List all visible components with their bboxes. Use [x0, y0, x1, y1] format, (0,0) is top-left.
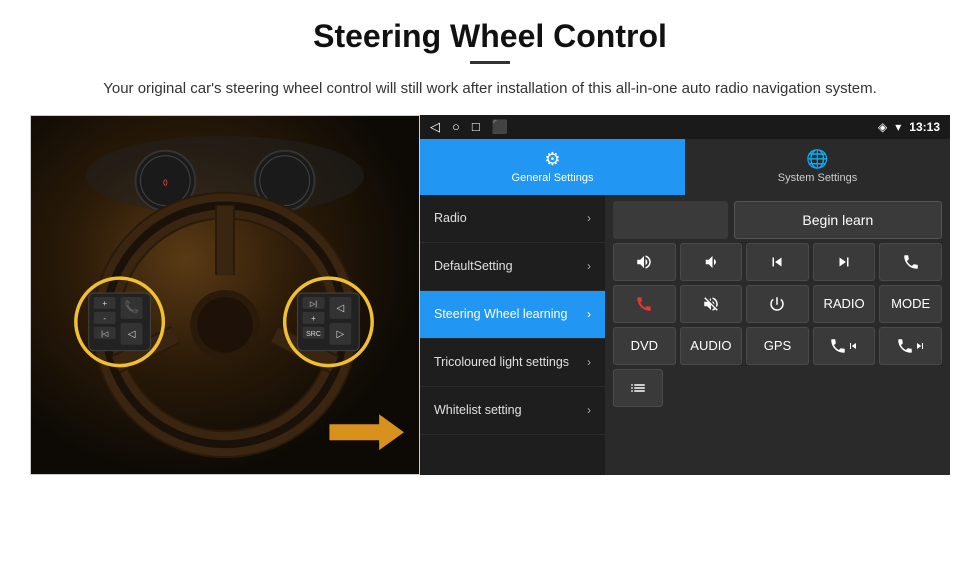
general-settings-icon: ⚙	[544, 149, 560, 170]
menu-item-steering[interactable]: Steering Wheel learning ›	[420, 291, 605, 339]
mute-button[interactable]	[680, 285, 743, 323]
signal-icon: ▾	[895, 120, 901, 134]
menu-whitelist-chevron: ›	[587, 403, 591, 417]
dvd-button[interactable]: DVD	[613, 327, 676, 365]
status-bar: ◁ ○ □ ⬛ ◈ ▾ 13:13	[420, 115, 950, 139]
radio-label: RADIO	[823, 296, 864, 311]
menu-item-defaultsetting-label: DefaultSetting	[434, 258, 513, 274]
audio-button[interactable]: AUDIO	[680, 327, 743, 365]
menu-item-radio[interactable]: Radio ›	[420, 195, 605, 243]
menu-item-whitelist[interactable]: Whitelist setting ›	[420, 387, 605, 435]
ctrl-row-whitelist	[613, 369, 942, 407]
steering-wheel-svg: 0	[31, 116, 419, 474]
controls-panel: Begin learn	[605, 195, 950, 475]
nav-back-icon[interactable]: ◁	[430, 119, 440, 135]
menu-item-tricoloured-label: Tricoloured light settings	[434, 354, 569, 370]
steering-bg: 0	[31, 116, 419, 474]
audio-label: AUDIO	[690, 338, 731, 353]
radio-label-box	[613, 201, 728, 239]
status-bar-nav: ◁ ○ □ ⬛	[430, 119, 508, 135]
settings-tabs: ⚙ General Settings 🌐 System Settings	[420, 139, 950, 195]
menu-item-radio-label: Radio	[434, 210, 467, 226]
menu-defaultsetting-chevron: ›	[587, 259, 591, 273]
settings-menu: Radio › DefaultSetting › Steering Wheel …	[420, 195, 605, 475]
next-track-button[interactable]	[813, 243, 876, 281]
phone-prev-icon	[829, 337, 847, 355]
page-wrapper: Steering Wheel Control Your original car…	[0, 0, 980, 485]
android-ui: ◁ ○ □ ⬛ ◈ ▾ 13:13 ⚙ General Settings	[420, 115, 950, 475]
next-track-icon	[835, 253, 853, 271]
menu-tricoloured-chevron: ›	[587, 355, 591, 369]
svg-text:+: +	[102, 298, 107, 307]
svg-text:▷|: ▷|	[310, 300, 317, 307]
svg-text:SRC: SRC	[306, 330, 321, 337]
menu-item-defaultsetting[interactable]: DefaultSetting ›	[420, 243, 605, 291]
tab-general-label: General Settings	[512, 172, 594, 184]
menu-steering-chevron: ›	[587, 307, 591, 321]
radio-button[interactable]: RADIO	[813, 285, 876, 323]
vol-down-button[interactable]	[680, 243, 743, 281]
nav-home-icon[interactable]: ○	[452, 119, 460, 135]
whitelist-list-icon	[629, 379, 647, 397]
power-button[interactable]	[746, 285, 809, 323]
menu-item-steering-label: Steering Wheel learning	[434, 306, 567, 322]
page-subtitle: Your original car's steering wheel contr…	[30, 78, 950, 101]
tab-system-label: System Settings	[778, 172, 857, 184]
ctrl-row-2: RADIO MODE	[613, 285, 942, 323]
svg-text:◁: ◁	[128, 328, 136, 339]
svg-text:+: +	[311, 313, 316, 322]
main-content: 0	[30, 115, 950, 475]
nav-recent-icon[interactable]: □	[472, 119, 480, 135]
prev-small-icon	[847, 340, 859, 352]
mode-button[interactable]: MODE	[879, 285, 942, 323]
mute-icon	[702, 295, 720, 313]
svg-text:|◁: |◁	[101, 330, 109, 337]
ctrl-row-1	[613, 243, 942, 281]
power-icon	[768, 295, 786, 313]
gps-button[interactable]: GPS	[746, 327, 809, 365]
begin-learn-button[interactable]: Begin learn	[734, 201, 942, 239]
svg-text:0: 0	[163, 178, 168, 187]
nav-screenshot-icon[interactable]: ⬛	[492, 119, 508, 135]
hangup-icon	[635, 295, 653, 313]
menu-item-tricoloured[interactable]: Tricoloured light settings ›	[420, 339, 605, 387]
vol-down-icon	[702, 253, 720, 271]
status-bar-right: ◈ ▾ 13:13	[878, 120, 940, 134]
gps-icon: ◈	[878, 120, 887, 134]
svg-text:▷: ▷	[337, 328, 345, 339]
phone-button[interactable]	[879, 243, 942, 281]
vol-up-icon	[635, 253, 653, 271]
phone-icon	[902, 253, 920, 271]
steering-wheel-image: 0	[30, 115, 420, 475]
page-title: Steering Wheel Control	[30, 18, 950, 55]
row-radio: Begin learn	[613, 201, 942, 239]
phone-next-icon-phone	[896, 337, 914, 355]
gps-label: GPS	[764, 338, 791, 353]
tab-general[interactable]: ⚙ General Settings	[420, 139, 685, 195]
mode-label: MODE	[891, 296, 930, 311]
phone-prev-button[interactable]	[813, 327, 876, 365]
tab-system[interactable]: 🌐 System Settings	[685, 139, 950, 195]
svg-text:◁: ◁	[337, 302, 345, 313]
menu-item-whitelist-label: Whitelist setting	[434, 402, 522, 418]
prev-track-button[interactable]	[746, 243, 809, 281]
ctrl-row-3: DVD AUDIO GPS	[613, 327, 942, 365]
title-divider	[470, 61, 510, 64]
whitelist-icon-button[interactable]	[613, 369, 663, 407]
dvd-label: DVD	[631, 338, 658, 353]
hangup-button[interactable]	[613, 285, 676, 323]
menu-radio-chevron: ›	[587, 211, 591, 225]
svg-text:-: -	[103, 313, 106, 322]
status-time: 13:13	[909, 120, 940, 134]
phone-next-button[interactable]	[879, 327, 942, 365]
system-settings-icon: 🌐	[806, 149, 828, 170]
prev-track-icon	[768, 253, 786, 271]
settings-main: Radio › DefaultSetting › Steering Wheel …	[420, 195, 950, 475]
svg-text:📞: 📞	[124, 298, 139, 313]
next-small-icon	[914, 340, 926, 352]
vol-up-button[interactable]	[613, 243, 676, 281]
